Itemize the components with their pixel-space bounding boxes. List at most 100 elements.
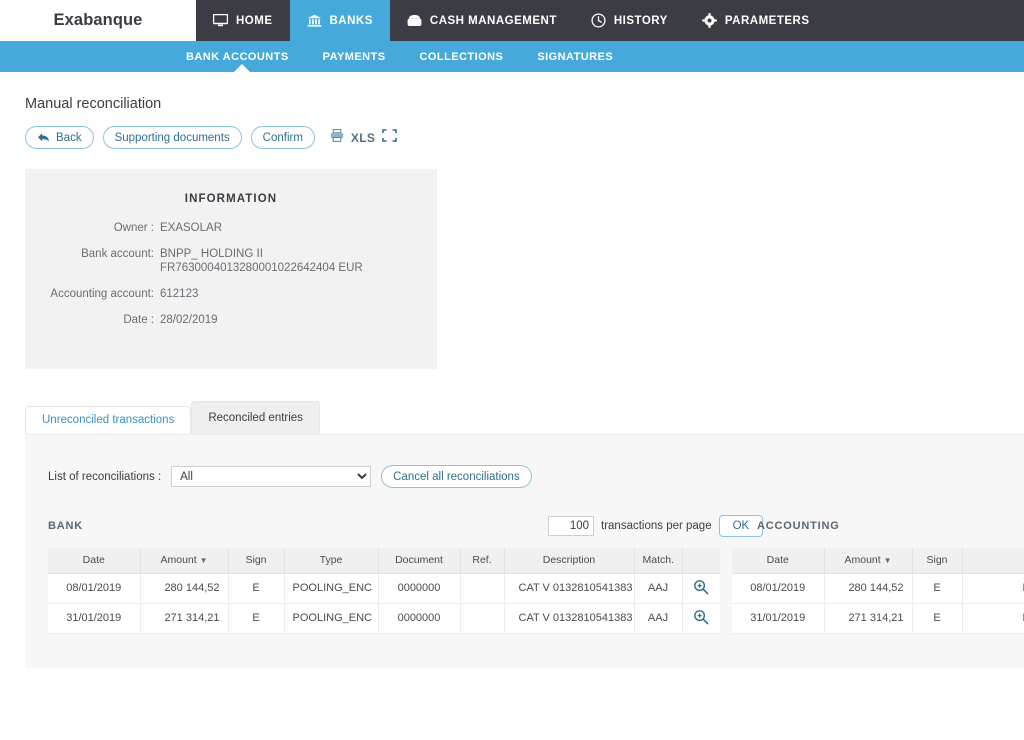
info-label-bank-account: Bank account: (81, 248, 154, 260)
reconciliation-filter-select[interactable]: All (171, 466, 372, 487)
table-row[interactable]: 08/01/2019 280 144,52 E POOLING_ENC 0000… (48, 573, 720, 604)
accounting-table-viewport: Date Amount ▼ Sign Type 08/01/2019 (732, 548, 1024, 634)
bank-cell-description: CAT V 0132810541383 (504, 573, 635, 604)
info-label-date: Date : (123, 314, 154, 326)
nav-item-banks[interactable]: BANKS (289, 0, 390, 41)
info-row-owner: Owner : EXASOLAR (35, 221, 427, 235)
nav-item-parameters-label: PARAMETERS (724, 14, 810, 27)
nav-item-home[interactable]: HOME (196, 0, 290, 41)
bank-cell-type: POOLING_ENC (284, 573, 379, 604)
nav-item-cash-management-label: CASH MANAGEMENT (429, 14, 557, 27)
nav-item-cash-management[interactable]: CASH MANAGEMENT (390, 0, 574, 41)
bank-icon (307, 14, 322, 27)
nav-item-home-label: HOME (236, 14, 273, 27)
export-group: XLS (330, 128, 397, 147)
unreconciled-transactions-panel: List of reconciliations : All Cancel all… (25, 434, 1024, 668)
gear-icon (702, 13, 717, 28)
bank-section-title: BANK (48, 520, 83, 532)
fullscreen-icon[interactable] (382, 128, 397, 147)
bank-col-type[interactable]: Type (284, 548, 379, 574)
accounting-cell-amount: 280 144,52 (824, 573, 913, 604)
wallet-icon (407, 14, 422, 27)
accounting-col-type[interactable]: Type (962, 548, 1024, 574)
bank-cell-sign: E (228, 603, 285, 634)
bank-col-amount[interactable]: Amount ▼ (140, 548, 229, 574)
action-toolbar: Back Supporting documents Confirm XLS (25, 126, 1024, 149)
bank-cell-description: CAT V 0132810541383 (504, 603, 635, 634)
accounting-col-sign[interactable]: Sign (912, 548, 963, 574)
info-row-bank-account: Bank account: BNPP_ HOLDING II FR7630004… (35, 247, 427, 275)
bank-table-header: Date Amount ▼ Sign Type Document Ref. De… (48, 548, 720, 574)
nav-item-history[interactable]: HISTORY (574, 0, 685, 41)
bank-table-body: 08/01/2019 280 144,52 E POOLING_ENC 0000… (48, 573, 720, 634)
accounting-table-header: Date Amount ▼ Sign Type (732, 548, 1024, 574)
bank-col-date[interactable]: Date (48, 548, 141, 574)
tables-header-row: BANK transactions per page OK ACCOUNTING (48, 514, 1024, 538)
accounting-cell-date: 31/01/2019 (732, 603, 825, 634)
transactions-per-page-input[interactable] (548, 516, 594, 536)
confirm-button[interactable]: Confirm (250, 126, 315, 149)
supporting-documents-label: Supporting documents (114, 131, 230, 144)
info-label-accounting-account: Accounting account: (50, 288, 154, 300)
bank-cell-action[interactable] (682, 573, 720, 604)
tab-reconciled-entries[interactable]: Reconciled entries (191, 401, 320, 434)
info-value-date: 28/02/2019 (160, 314, 218, 326)
bank-cell-amount: 271 314,21 (140, 603, 229, 634)
printer-icon[interactable] (330, 128, 344, 147)
reconciliation-filter-label: List of reconciliations : (48, 470, 162, 483)
bank-col-action (682, 548, 720, 574)
xls-export-label[interactable]: XLS (351, 131, 375, 145)
active-subnav-indicator (234, 64, 250, 72)
bank-col-description[interactable]: Description (504, 548, 635, 574)
sort-descending-icon: ▼ (199, 556, 208, 566)
zoom-in-icon[interactable] (693, 609, 709, 628)
cancel-all-reconciliations-button[interactable]: Cancel all reconciliations (381, 465, 532, 488)
supporting-documents-button[interactable]: Supporting documents (102, 126, 242, 149)
bank-cell-action[interactable] (682, 603, 720, 634)
info-value-bank-account: BNPP_ HOLDING II FR763000401328000102264… (160, 248, 363, 274)
accounting-cell-type: POOLING_ENC (962, 573, 1024, 604)
subnav-item-bank-accounts[interactable]: BANK ACCOUNTS (186, 51, 289, 63)
monitor-icon (213, 14, 228, 27)
subnav-item-payments[interactable]: PAYMENTS (323, 51, 386, 63)
zoom-in-icon[interactable] (693, 579, 709, 598)
bank-col-sign[interactable]: Sign (228, 548, 285, 574)
accounting-cell-sign: E (912, 573, 963, 604)
confirm-button-label: Confirm (262, 131, 303, 144)
table-row[interactable]: 08/01/2019 280 144,52 E POOLING_ENC (732, 573, 1024, 604)
subnav-item-signatures[interactable]: SIGNATURES (537, 51, 613, 63)
accounting-table-body: 08/01/2019 280 144,52 E POOLING_ENC 31/0… (732, 573, 1024, 634)
accounting-cell-sign: E (912, 603, 963, 634)
accounting-col-amount[interactable]: Amount ▼ (824, 548, 913, 574)
bank-col-amount-label: Amount (160, 554, 197, 567)
transactions-per-page-group: transactions per page OK (548, 515, 764, 537)
table-row[interactable]: 31/01/2019 271 314,21 E POOLING_ENC (732, 603, 1024, 634)
accounting-cell-amount: 271 314,21 (824, 603, 913, 634)
sub-navigation-bar: BANK ACCOUNTS PAYMENTS COLLECTIONS SIGNA… (0, 41, 1024, 72)
accounting-entries-table: Date Amount ▼ Sign Type 08/01/2019 (732, 548, 1024, 634)
table-row[interactable]: 31/01/2019 271 314,21 E POOLING_ENC 0000… (48, 603, 720, 634)
bank-cell-amount: 280 144,52 (140, 573, 229, 604)
info-value-accounting-account: 612123 (160, 288, 199, 300)
bank-cell-ref (460, 603, 505, 634)
bank-col-document[interactable]: Document (378, 548, 461, 574)
bank-cell-sign: E (228, 573, 285, 604)
reconciliation-filter-row: List of reconciliations : All Cancel all… (48, 465, 1024, 488)
reconciliation-tables: Date Amount ▼ Sign Type Document Ref. De… (48, 548, 1024, 634)
tab-unreconciled-transactions[interactable]: Unreconciled transactions (25, 406, 192, 434)
information-panel: INFORMATION Owner : EXASOLAR Bank accoun… (25, 169, 437, 369)
bank-col-ref[interactable]: Ref. (460, 548, 505, 574)
brand-logo[interactable]: Exabanque (0, 0, 196, 41)
back-button[interactable]: Back (25, 126, 94, 149)
accounting-section-title: ACCOUNTING (757, 520, 840, 532)
back-button-label: Back (56, 131, 82, 144)
nav-item-parameters[interactable]: PARAMETERS (685, 0, 827, 41)
tab-reconciled-entries-label: Reconciled entries (208, 412, 303, 424)
cancel-all-reconciliations-label: Cancel all reconciliations (393, 470, 520, 483)
subnav-item-collections[interactable]: COLLECTIONS (420, 51, 504, 63)
accounting-cell-date: 08/01/2019 (732, 573, 825, 604)
nav-item-history-label: HISTORY (613, 14, 668, 27)
accounting-col-date[interactable]: Date (732, 548, 825, 574)
bank-col-match[interactable]: Match. (634, 548, 683, 574)
accounting-cell-type: POOLING_ENC (962, 603, 1024, 634)
